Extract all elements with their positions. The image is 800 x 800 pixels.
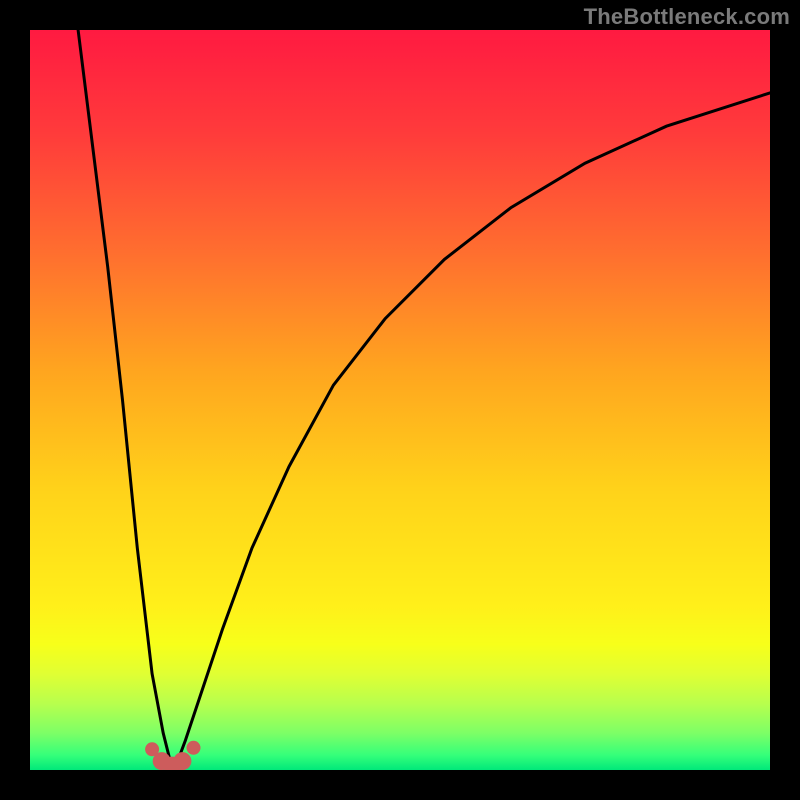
watermark-label: TheBottleneck.com [584,4,790,30]
bottleneck-marker [173,752,191,770]
bottleneck-marker [187,741,201,755]
plot-svg [30,30,770,770]
gradient-background [30,30,770,770]
outer-frame: TheBottleneck.com [0,0,800,800]
plot-area [30,30,770,770]
